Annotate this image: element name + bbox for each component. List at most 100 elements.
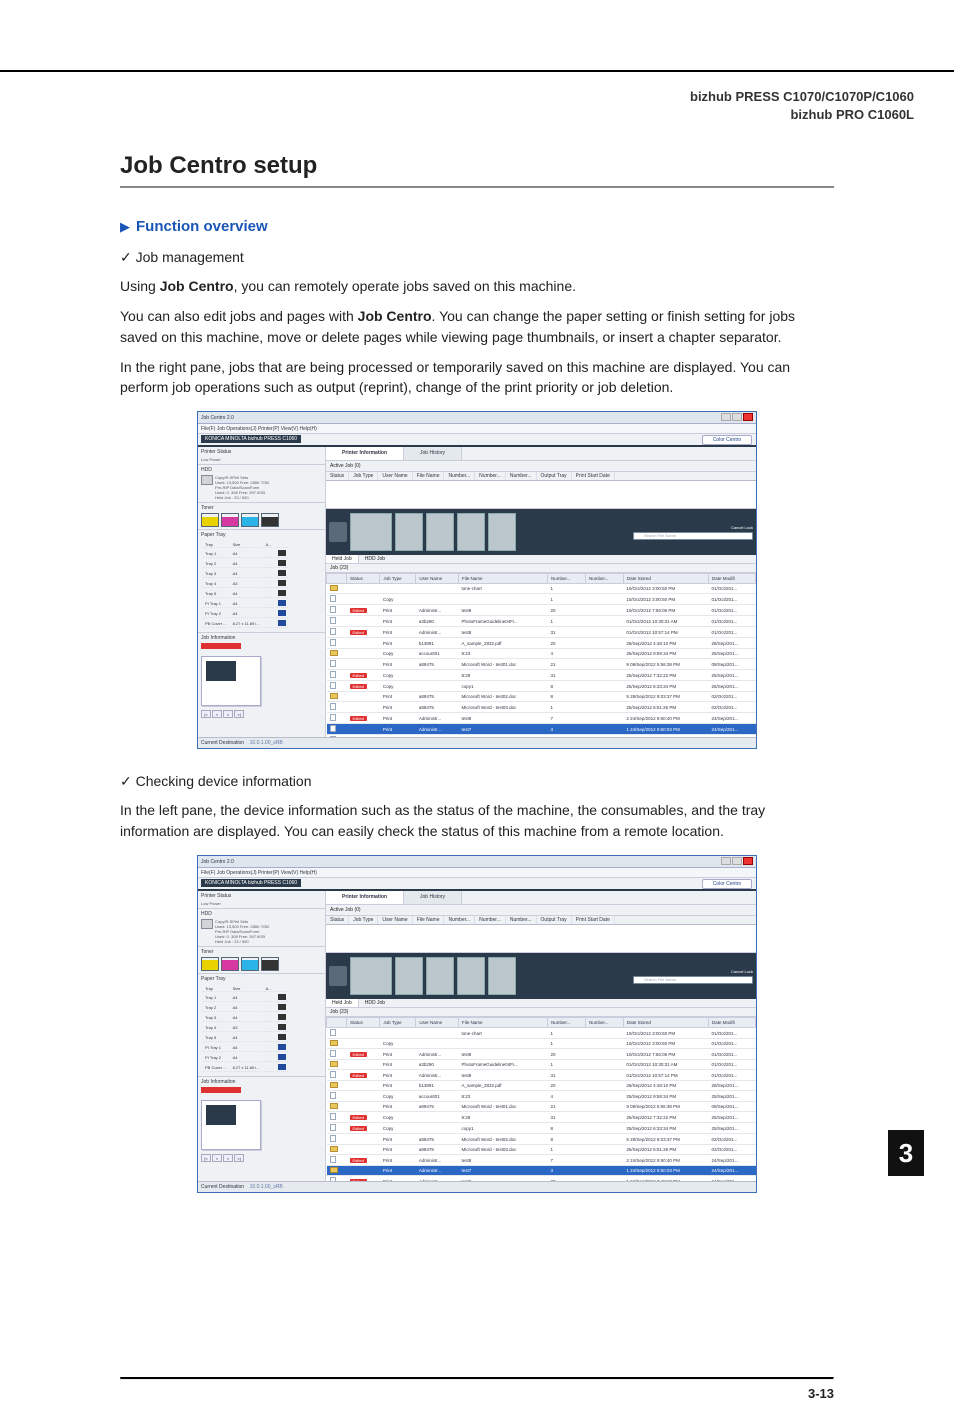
close-icon[interactable]	[743, 857, 753, 865]
active-grid-empty	[326, 481, 756, 509]
tab-printer-info[interactable]: Printer Information	[326, 447, 404, 460]
job-row[interactable]: Printa3b290PhotoFrameGuideline04Fi...101…	[327, 616, 756, 627]
job-row[interactable]: EditedCopy8:283125/Sep/2012 7:32:22 PM25…	[327, 1112, 756, 1123]
job-row[interactable]: EditedPrintAdministr...test872 24/Sep/20…	[327, 713, 756, 724]
color-centro-button[interactable]: Color Centro	[702, 879, 752, 889]
job-row[interactable]: EditedPrintAdministr...test83101/Oct/201…	[327, 1070, 756, 1081]
page-nav[interactable]: |<<>>|	[201, 710, 322, 718]
maximize-icon[interactable]	[732, 857, 742, 865]
toner-yellow-icon	[201, 513, 219, 527]
page-nav[interactable]: |<<>>|	[201, 1154, 322, 1162]
job-row[interactable]: Printa89475Microsoft Word - test03.doc12…	[327, 702, 756, 713]
menu-bar[interactable]: File(F) Job Operations(J) Printer(P) Vie…	[198, 868, 756, 878]
tab-held-job[interactable]: Held Job	[326, 999, 359, 1007]
tray-row[interactable]: PB Cover ...8.27 x 11.69 i...	[203, 620, 288, 628]
active-job-label: Active Job (0)	[326, 905, 756, 916]
tab-job-history[interactable]: Job History	[404, 447, 462, 460]
folder-icon	[330, 1040, 338, 1046]
chapter-badge: 3	[888, 1130, 924, 1176]
strip-thumb[interactable]	[457, 513, 485, 551]
strip-thumb[interactable]	[426, 957, 454, 995]
folder-icon	[330, 1103, 338, 1109]
job-row[interactable]: EditedPrintAdministr...test8201 24/Sep/2…	[327, 735, 756, 738]
tray-row[interactable]: PI Tray 2A4	[203, 610, 288, 618]
minimize-icon[interactable]	[721, 857, 731, 865]
tray-row[interactable]: Tray 5A4	[203, 590, 288, 598]
status-edited-badge: Edited	[350, 1126, 367, 1131]
job-row[interactable]: Printa89475Microsoft Word - test01.doc21…	[327, 659, 756, 670]
tab-held-job[interactable]: Held Job	[326, 555, 359, 563]
search-input[interactable]: Search File Name	[633, 976, 753, 984]
job-row[interactable]: tone-chart110/Oct/2012 3:00:50 PM01/Oct/…	[327, 1028, 756, 1039]
job-row[interactable]: Printa3b290PhotoFrameGuideline04Fi...101…	[327, 1060, 756, 1070]
printer-status-label: Printer Status	[201, 893, 322, 899]
tray-row[interactable]: Tray 2A4	[203, 560, 288, 568]
tray-row[interactable]: PI Tray 1A4	[203, 1044, 288, 1052]
strip-thumb[interactable]	[350, 513, 392, 551]
job-row[interactable]: PrintAdministr...test731 24/Sep/2012 9:5…	[327, 1166, 756, 1176]
tray-table: TraySizeA...Tray 1A4Tray 2A4Tray 3A4Tray…	[201, 540, 290, 630]
tray-row[interactable]: PI Tray 1A4	[203, 600, 288, 608]
toner-cyan-icon	[241, 957, 259, 971]
job-info-label: Job Information	[201, 1079, 322, 1085]
maximize-icon[interactable]	[732, 413, 742, 421]
tray-level-icon	[278, 1014, 286, 1020]
strip-thumb[interactable]	[395, 513, 423, 551]
toner-label: Toner	[201, 505, 322, 511]
tray-row[interactable]: Tray 1A4	[203, 994, 288, 1002]
job-row[interactable]: Copy110/Oct/2012 3:00:50 PM01/Oct/201...	[327, 594, 756, 605]
job-row[interactable]: tone-chart110/Oct/2012 3:00:50 PM01/Oct/…	[327, 584, 756, 594]
tray-row[interactable]: PI Tray 2A4	[203, 1054, 288, 1062]
job-row[interactable]: EditedCopycopy1825/Sep/2012 6:33:34 PM25…	[327, 681, 756, 692]
menu-bar[interactable]: File(F) Job Operations(J) Printer(P) Vie…	[198, 424, 756, 434]
job-row[interactable]: Copyaccount018:23425/Sep/2012 9:59:34 PM…	[327, 1091, 756, 1102]
tray-row[interactable]: PB Cover ...8.27 x 11.69 i...	[203, 1064, 288, 1072]
job-row[interactable]: Printa89475Microsoft Word - test02.doc85…	[327, 692, 756, 702]
job-row[interactable]: Printa89475Microsoft Word - test01.doc21…	[327, 1102, 756, 1112]
device-ribbon: KONICA MINOLTA bizhub PRESS C1060Color C…	[198, 878, 756, 891]
section-heading: Function overview	[136, 218, 268, 235]
job-info-flag	[201, 643, 241, 649]
tab-hdd-job[interactable]: HDD Job	[359, 999, 391, 1007]
strip-thumb[interactable]	[426, 513, 454, 551]
tray-row[interactable]: Tray 2A4	[203, 1004, 288, 1012]
job-row[interactable]: EditedCopycopy1825/Sep/2012 6:33:34 PM25…	[327, 1123, 756, 1134]
minimize-icon[interactable]	[721, 413, 731, 421]
job-row[interactable]: Printa89475Microsoft Word - test02.doc85…	[327, 1134, 756, 1145]
right-pane: Printer InformationJob HistoryActive Job…	[326, 891, 756, 1181]
tray-level-icon	[278, 610, 286, 616]
job-row[interactable]: PrintAdministr...test731 24/Sep/2012 9:5…	[327, 724, 756, 735]
tray-row[interactable]: Tray 3A4	[203, 1014, 288, 1022]
job-row[interactable]: EditedPrintAdministr...test83101/Oct/201…	[327, 627, 756, 638]
job-row[interactable]: Printa89475Microsoft Word - test03.doc12…	[327, 1145, 756, 1155]
color-centro-button[interactable]: Color Centro	[702, 435, 752, 445]
tab-hdd-job[interactable]: HDD Job	[359, 555, 391, 563]
tab-printer-info[interactable]: Printer Information	[326, 891, 404, 904]
tray-row[interactable]: Tray 3A4	[203, 570, 288, 578]
strip-thumb[interactable]	[488, 513, 516, 551]
job-row[interactable]: EditedPrintAdministr...test872 24/Sep/20…	[327, 1155, 756, 1166]
tray-row[interactable]: Tray 4A3	[203, 580, 288, 588]
job-row[interactable]: Copy110/Oct/2012 3:00:50 PM01/Oct/201...	[327, 1039, 756, 1049]
tray-row[interactable]: Tray 1A4	[203, 550, 288, 558]
tray-row[interactable]: Tray 5A4	[203, 1034, 288, 1042]
search-input[interactable]: Search File Name	[633, 532, 753, 540]
active-grid-empty	[326, 925, 756, 953]
strip-thumb[interactable]	[395, 957, 423, 995]
doc-icon	[330, 1092, 336, 1099]
job-row[interactable]: EditedCopy8:283125/Sep/2012 7:32:22 PM25…	[327, 670, 756, 681]
tray-row[interactable]: Tray 4A3	[203, 1024, 288, 1032]
job-row[interactable]: EditedPrintAdministr...test82010/Oct/201…	[327, 1049, 756, 1060]
tab-job-history[interactable]: Job History	[404, 891, 462, 904]
status-edited-badge: Edited	[350, 1179, 367, 1182]
strip-thumb[interactable]	[457, 957, 485, 995]
job-row[interactable]: EditedPrintAdministr...test82010/Oct/201…	[327, 605, 756, 616]
job-row[interactable]: EditedPrintAdministr...test8201 24/Sep/2…	[327, 1176, 756, 1182]
job-row[interactable]: Printb13891A_sample_2832.pdf2028/Sep/201…	[327, 1081, 756, 1091]
strip-thumb[interactable]	[488, 957, 516, 995]
job-info-label: Job Information	[201, 635, 322, 641]
strip-thumb[interactable]	[350, 957, 392, 995]
job-row[interactable]: Printb13891A_sample_2832.pdf2028/Sep/201…	[327, 638, 756, 649]
job-row[interactable]: Copyaccount018:23425/Sep/2012 9:59:34 PM…	[327, 649, 756, 659]
close-icon[interactable]	[743, 413, 753, 421]
